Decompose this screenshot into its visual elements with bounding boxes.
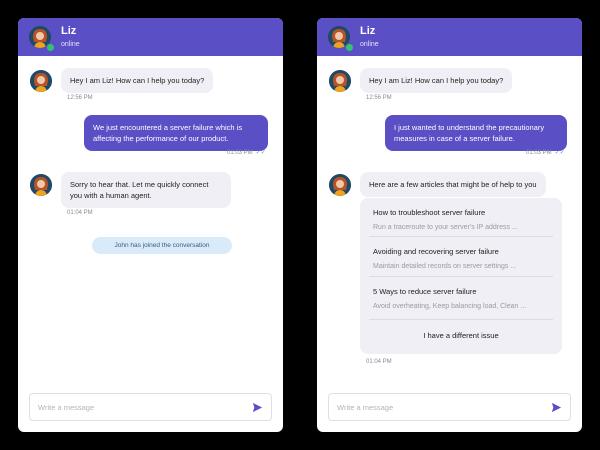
agent-name: Liz xyxy=(360,25,376,37)
message-input-box xyxy=(29,393,272,421)
agent-avatar xyxy=(30,70,52,92)
chat-window-right: Liz online Hey I am Liz! How can I help … xyxy=(317,18,582,432)
chat-header: Liz online xyxy=(317,18,582,56)
message-time: 12:56 PM xyxy=(366,95,392,101)
online-status-dot xyxy=(345,43,354,52)
article-description: Avoid overheating, Keep balancing load, … xyxy=(373,303,527,310)
double-check-icon: ✓✓ xyxy=(255,150,266,156)
user-message: I just wanted to understand the precauti… xyxy=(385,115,567,151)
agent-avatar xyxy=(329,174,351,196)
send-icon[interactable] xyxy=(252,402,263,413)
divider xyxy=(369,319,553,320)
message-time: 12:56 PM xyxy=(67,95,93,101)
chat-header: Liz online xyxy=(18,18,283,56)
message-time: 01:04 PM xyxy=(67,210,93,216)
agent-name: Liz xyxy=(61,25,77,37)
message-time-row: 01:03 PM ✓✓ xyxy=(526,149,565,156)
message-time: 01:03 PM xyxy=(526,150,552,156)
article-card[interactable]: How to troubleshoot server failure Run a… xyxy=(373,207,551,233)
message-input-box xyxy=(328,393,571,421)
article-card[interactable]: Avoiding and recovering server failure M… xyxy=(373,246,551,272)
bot-message: Here are a few articles that might be of… xyxy=(360,172,546,197)
message-input[interactable] xyxy=(337,400,537,414)
article-description: Maintain detailed records on server sett… xyxy=(373,263,517,270)
article-title: Avoiding and recovering server failure xyxy=(373,247,499,256)
message-input[interactable] xyxy=(38,400,238,414)
agent-status: online xyxy=(61,41,80,48)
divider xyxy=(369,276,553,277)
message-time: 01:04 PM xyxy=(366,359,392,365)
message-time-row: 01:03 PM ✓✓ xyxy=(227,149,266,156)
user-message: We just encountered a server failure whi… xyxy=(84,115,268,151)
bot-message: Sorry to hear that. Let me quickly conne… xyxy=(61,172,231,208)
article-title: How to troubleshoot server failure xyxy=(373,208,486,217)
article-suggestions: How to troubleshoot server failure Run a… xyxy=(360,198,562,354)
different-issue-button[interactable]: I have a different issue xyxy=(360,331,562,340)
agent-avatar xyxy=(329,70,351,92)
article-title: 5 Ways to reduce server failure xyxy=(373,287,477,296)
divider xyxy=(369,236,553,237)
double-check-icon: ✓✓ xyxy=(554,150,565,156)
article-description: Run a traceroute to your server's IP add… xyxy=(373,224,518,231)
bot-message: Hey I am Liz! How can I help you today? xyxy=(360,68,513,93)
online-status-dot xyxy=(46,43,55,52)
system-join-notice: John has joined the conversation xyxy=(92,237,232,254)
agent-status: online xyxy=(360,41,379,48)
chat-window-left: Liz online Hey I am Liz! How can I help … xyxy=(18,18,283,432)
send-icon[interactable] xyxy=(551,402,562,413)
article-card[interactable]: 5 Ways to reduce server failure Avoid ov… xyxy=(373,286,551,312)
message-time: 01:03 PM xyxy=(227,150,253,156)
agent-avatar xyxy=(30,174,52,196)
bot-message: Hey I am Liz! How can I help you today? xyxy=(61,68,214,93)
